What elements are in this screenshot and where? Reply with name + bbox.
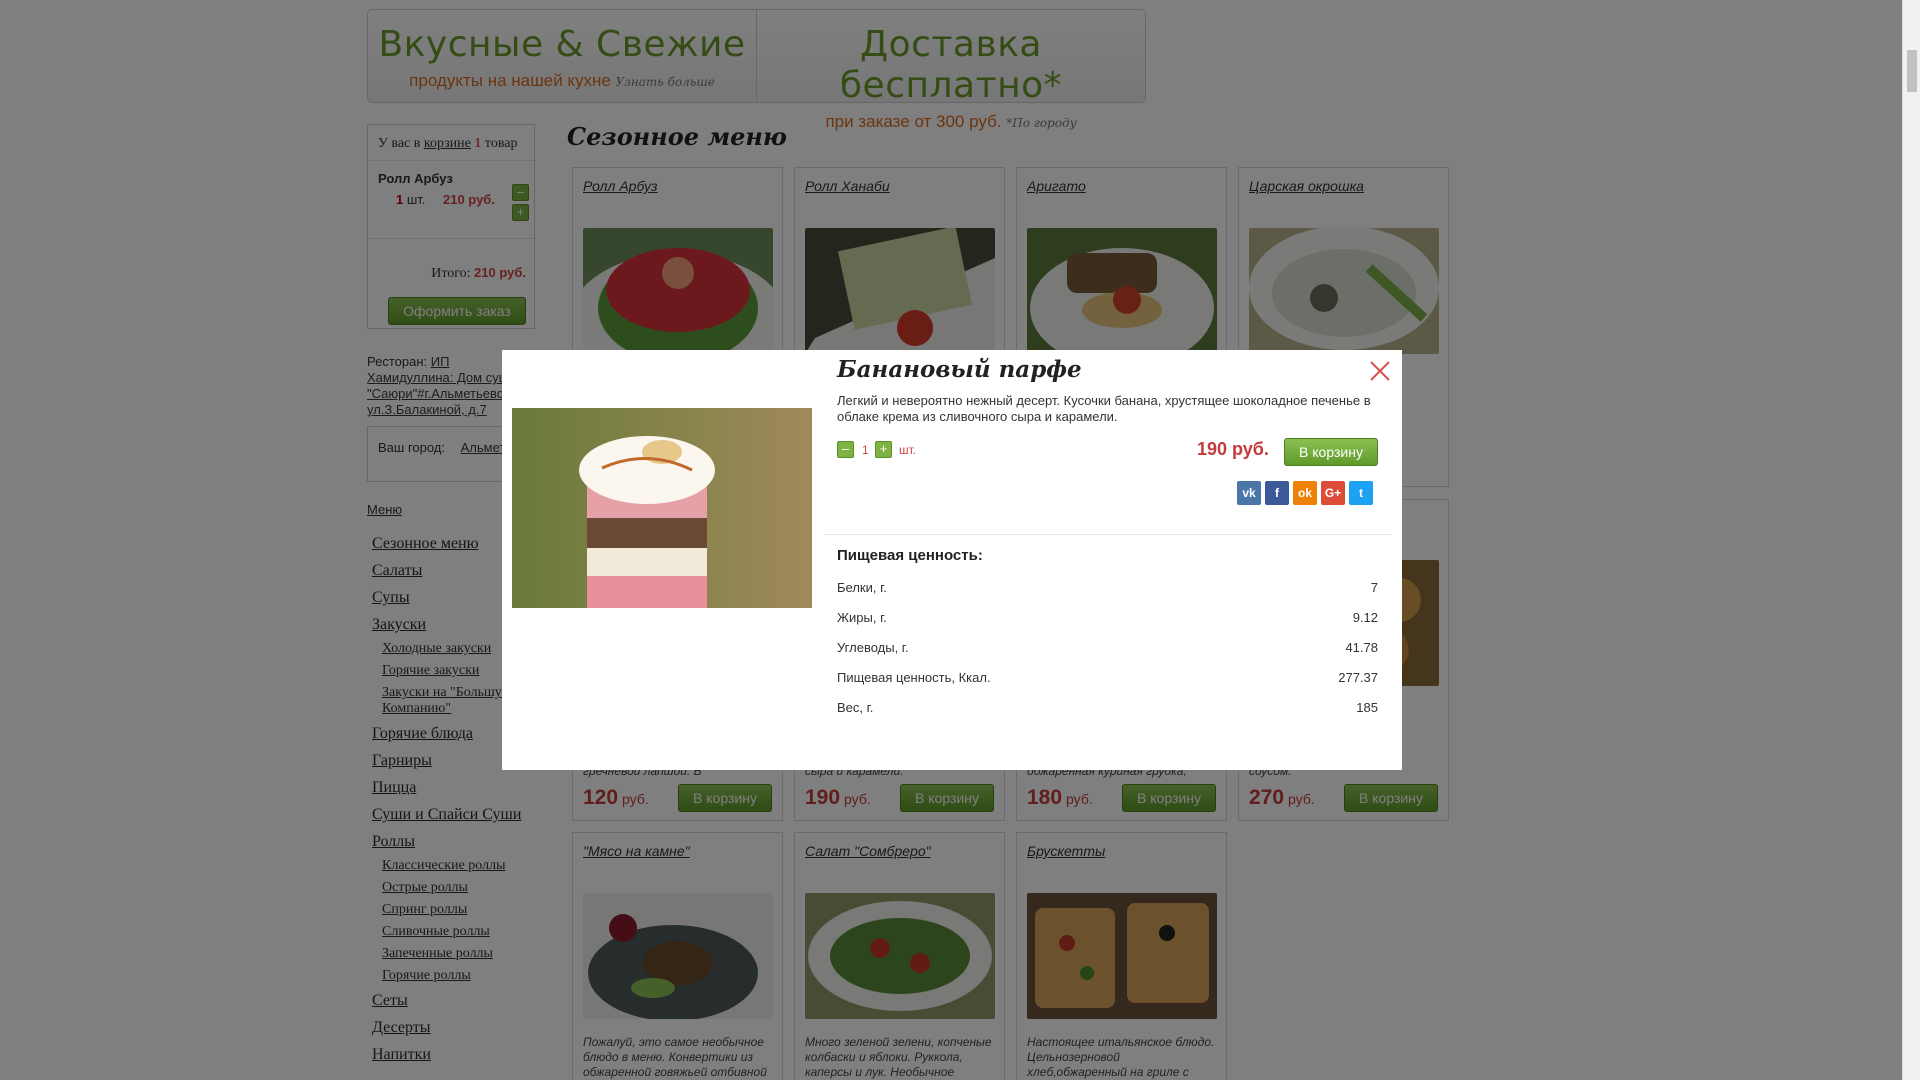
product-modal: Банановый парфе Легкий и невероятно нежн… [502,350,1402,770]
nutrition-label: Углеводы, г. [837,640,909,655]
modal-description: Легкий и невероятно нежный десерт. Кусоч… [837,393,1371,424]
modal-decrease-button[interactable]: – [837,441,854,458]
nutrition-value: 185 [1356,700,1378,715]
nutrition-value: 277.37 [1338,670,1378,685]
nutrition-row: Белки, г. 7 [837,580,1378,610]
nutrition-label: Жиры, г. [837,610,887,625]
facebook-icon[interactable]: f [1265,481,1289,505]
nutrition-table: Белки, г. 7 Жиры, г. 9.12 Углеводы, г. 41.78 П… [837,580,1378,730]
modal-title: Банановый парфе [837,356,1082,383]
nutrition-value: 41.78 [1345,640,1378,655]
scrollbar-thumb[interactable] [1907,50,1917,92]
nutrition-value: 9.12 [1352,610,1378,625]
nutrition-row: Жиры, г. 9.12 [837,610,1378,640]
modal-add-to-cart-button[interactable]: В корзину [1284,438,1378,466]
nutrition-value: 7 [1370,580,1378,595]
modal-product-photo [512,408,812,608]
nutrition-label: Белки, г. [837,580,887,595]
close-icon[interactable] [1369,360,1391,382]
modal-increase-button[interactable]: + [875,441,892,458]
vk-icon[interactable]: vk [1237,481,1261,505]
modal-price: 190 руб. [1197,439,1269,459]
nutrition-row: Пищевая ценность, Ккал. 277.37 [837,670,1378,700]
modal-qty-value[interactable]: 1 [862,443,869,457]
modal-qty-unit: шт. [899,443,917,457]
nutrition-label: Вес, г. [837,700,874,715]
nutrition-row: Углеводы, г. 41.78 [837,640,1378,670]
google-plus-icon[interactable]: G+ [1321,481,1345,505]
nutrition-label: Пищевая ценность, Ккал. [837,670,991,685]
page-scrollbar[interactable] [1902,0,1920,1080]
twitter-icon[interactable]: t [1349,481,1373,505]
modal-divider [824,534,1392,535]
social-share: vk f ok G+ t [1237,481,1373,505]
nutrition-heading: Пищевая ценность: [837,547,983,564]
odnoklassniki-icon[interactable]: ok [1293,481,1317,505]
nutrition-row: Вес, г. 185 [837,700,1378,730]
